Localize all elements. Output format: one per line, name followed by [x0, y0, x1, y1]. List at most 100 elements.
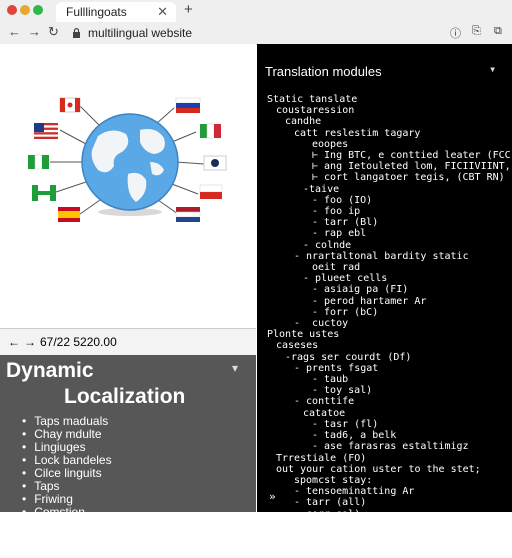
tree-row: - ase farasras estaltimigz: [267, 441, 507, 452]
tree-row: - colnde: [267, 240, 507, 251]
translation-tree: Static tanslate coustaression candhe catt r…: [267, 94, 512, 512]
terminal-prompt[interactable]: »: [269, 490, 276, 503]
tree-row-text: Trrestiale (FO): [276, 452, 367, 464]
tree-row-text: spomcst stay:: [294, 474, 373, 486]
tree-row: - toy sal): [267, 385, 507, 396]
window-minimize-dot[interactable]: [20, 5, 30, 15]
tree-row: - rap ebl: [267, 228, 507, 239]
flag-japan: [203, 155, 227, 171]
tree-row-text: - tasr (fl): [312, 418, 379, 430]
tree-row-text: - corr sal): [294, 509, 360, 512]
localization-list-item: Oonstors: [22, 532, 112, 545]
tree-row-text: - forr (bC): [312, 306, 379, 318]
tree-row: - tensoeminatting Ar: [267, 486, 507, 497]
tree-row-text: - tarr (all): [294, 497, 367, 509]
back-button[interactable]: ←: [8, 24, 21, 39]
tree-row: catt reslestim tagary: [267, 128, 507, 139]
tree-row-text: - prents fsgat: [294, 362, 379, 374]
tree-row: - asiaig pa (FI): [267, 284, 507, 295]
tree-row: - plueet cells: [267, 273, 507, 284]
tree-row: Trrestiale (FO): [267, 453, 507, 464]
translation-title: Translation modules: [265, 64, 382, 79]
tree-row-text: - nrartaltonal bardity static: [294, 250, 469, 262]
tree-row: - tarr (Bl): [267, 217, 507, 228]
address-bar[interactable]: multilingual website: [88, 24, 468, 42]
status-bar: ← → 67/22 5220.00: [0, 328, 256, 356]
window-icon[interactable]: ⧉: [494, 25, 502, 38]
tree-row: eoopes: [267, 139, 507, 150]
tree-row-text: Plonte ustes: [267, 329, 340, 341]
tree-row-text: - taub: [312, 374, 349, 386]
chevron-down-icon[interactable]: ▾: [489, 62, 496, 76]
flag-indonesia: [199, 184, 223, 199]
lock-icon: [73, 28, 80, 38]
flag-green: [32, 185, 56, 201]
tree-row: - forr (bC): [267, 307, 507, 318]
tree-row: - corr sal): [267, 509, 507, 512]
chevron-down-icon[interactable]: ▾: [232, 361, 238, 375]
tree-row: Static tanslate: [267, 94, 507, 105]
tree-row: - tarr (all): [267, 497, 507, 508]
globe-icon: [81, 113, 179, 211]
tree-row-text: catt reslestim tagary: [294, 127, 421, 139]
tree-row: Plonte ustes: [267, 329, 507, 340]
tree-row-text: ⊢ Ing BTC, e conttied leater (FCC): [312, 150, 512, 162]
info-icon[interactable]: ⓘ: [450, 25, 461, 41]
status-back-button[interactable]: ←: [8, 329, 20, 355]
tab-bar: Fulllingoats ✕ +: [0, 0, 512, 22]
tree-row-text: coustaression: [276, 105, 355, 117]
flag-russia: [175, 97, 201, 113]
tree-row: - taub: [267, 374, 507, 385]
tree-row-text: -taive: [303, 183, 340, 195]
tree-row-text: caseses: [276, 340, 319, 352]
globe-illustration: [28, 97, 227, 222]
localization-list-item: Comstion: [22, 506, 112, 519]
tree-row: out your cation uster to the stet;: [267, 464, 507, 475]
window-close-dot[interactable]: [7, 5, 17, 15]
copy-icon[interactable]: ⎘: [472, 25, 481, 38]
reload-button[interactable]: ↻: [48, 24, 59, 40]
tab-title: Fulllingoats: [66, 5, 127, 19]
browser-tab[interactable]: Fulllingoats ✕: [56, 2, 176, 22]
localization-title-line1: Dynamic: [6, 359, 94, 382]
tree-row-text: - tad6, a belk: [312, 430, 397, 442]
tree-row-text: - foo (IO): [312, 194, 373, 206]
forward-button[interactable]: →: [28, 24, 41, 39]
tree-row: caseses: [267, 340, 507, 351]
tree-row-text: Static tanslate: [267, 94, 358, 105]
tree-row: ⊢ ang Ietouleted lom, FICIIVIINT,: [267, 161, 511, 172]
tree-row: - cuctoy: [267, 318, 507, 329]
localization-list-item: Clon: [22, 545, 112, 558]
tree-row: - prents fsgat: [267, 363, 507, 374]
window-zoom-dot[interactable]: [33, 5, 43, 15]
tree-row-text: - colnde: [303, 239, 352, 251]
tree-row: coustaression: [267, 105, 507, 116]
flag-spain: [58, 207, 80, 222]
flag-italy: [200, 123, 221, 139]
status-forward-button[interactable]: →: [24, 329, 36, 355]
tree-row-text: out your cation uster to the stet;: [276, 463, 481, 475]
tree-row: - perod hartamer Ar: [267, 296, 507, 307]
tree-row: spomcst stay:: [267, 475, 507, 486]
tree-row: - foo (IO): [267, 195, 507, 206]
tree-row-text: - plueet cells: [303, 273, 388, 285]
localization-panel: Dynamic Localization ▾ Taps madualsChay …: [0, 355, 256, 558]
tree-row-text: - tensoeminatting Ar: [294, 486, 415, 498]
tree-row-text: oeit rad: [312, 262, 361, 274]
tree-row-text: ⊢ ang Ietouleted lom, FICIIVIINT,: [312, 161, 511, 173]
tree-row-text: ⊢ cort langatoer tegis, (CBT RN): [312, 172, 505, 184]
tree-row: oeit rad: [267, 262, 507, 273]
tree-row: - tad6, a belk: [267, 430, 507, 441]
tree-row: - nrartaltonal bardity static: [267, 251, 507, 262]
tree-row-text: - tarr (Bl): [312, 217, 379, 229]
localization-list-item: Aids: [22, 519, 112, 532]
browser-chrome: Fulllingoats ✕ + ← → ↻ multilingual webs…: [0, 0, 512, 45]
tree-row-text: - ase farasras estaltimigz: [312, 441, 469, 453]
new-tab-button[interactable]: +: [184, 1, 193, 18]
tree-row: -taive: [267, 184, 507, 195]
tree-row-text: catatoe: [303, 407, 346, 419]
tree-row-text: - perod hartamer Ar: [312, 295, 427, 307]
tree-row-text: -rags ser courdt (Df): [285, 351, 412, 363]
tab-close-icon[interactable]: ✕: [157, 2, 168, 22]
localization-title-line2: Localization: [64, 385, 186, 408]
